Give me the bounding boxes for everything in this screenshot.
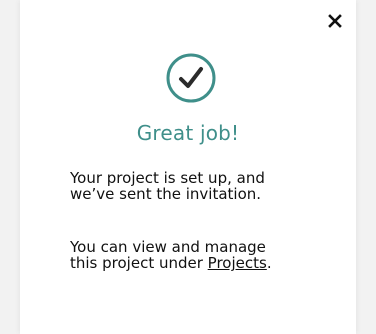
projects-link[interactable]: Projects <box>208 254 267 272</box>
success-message: Your project is set up, and we’ve sent t… <box>70 170 330 202</box>
manage-prefix: this project under <box>70 254 208 272</box>
success-modal: Great job! Your project is set up, and w… <box>20 0 356 334</box>
message-line-2: we’ve sent the invitation. <box>70 185 262 203</box>
close-icon <box>328 14 342 28</box>
check-circle-icon <box>165 52 217 104</box>
close-button[interactable] <box>326 12 344 30</box>
modal-title: Great job! <box>136 121 240 145</box>
manage-suffix: . <box>266 254 272 272</box>
manage-message: You can view and manage this project und… <box>70 239 330 271</box>
